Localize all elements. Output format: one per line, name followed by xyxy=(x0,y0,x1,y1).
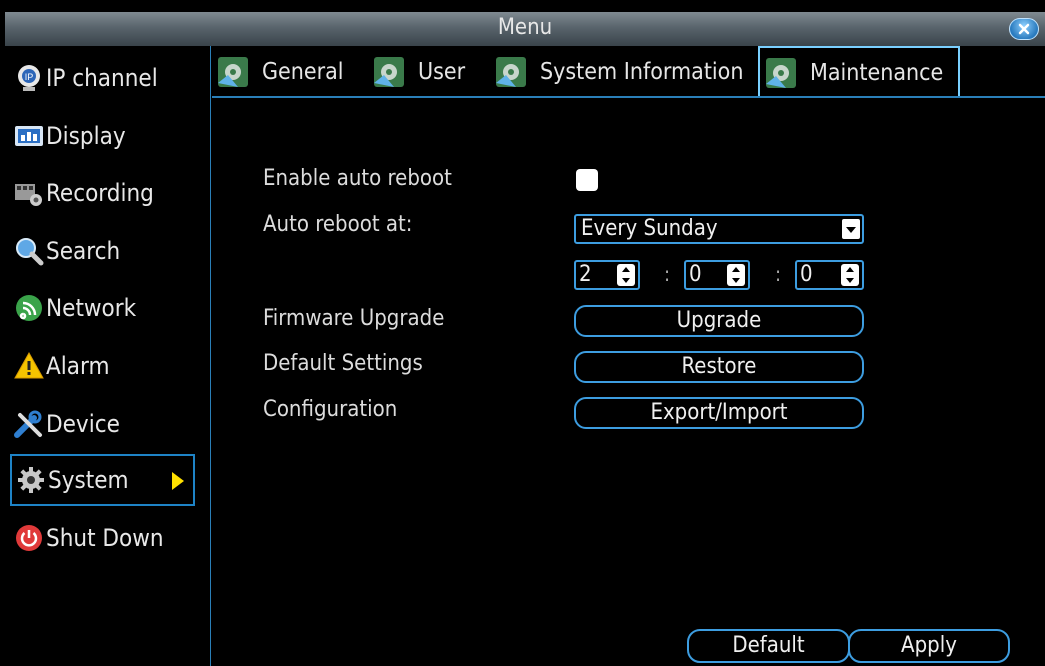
sidebar-item-label: Search xyxy=(46,237,121,265)
settings-tab-icon xyxy=(496,57,526,87)
sidebar-item-label: IP channel xyxy=(46,64,158,92)
svg-text:IP: IP xyxy=(25,72,34,82)
sidebar-item-label: Shut Down xyxy=(46,524,164,552)
chevron-down-icon xyxy=(846,227,856,233)
device-tools-icon xyxy=(14,410,42,438)
close-icon xyxy=(1018,23,1030,35)
tab-user[interactable]: User xyxy=(372,46,465,98)
default-settings-label: Default Settings xyxy=(263,351,423,376)
sidebar: IP IP channel Display Recording Search N… xyxy=(0,46,211,666)
stepper-buttons[interactable] xyxy=(617,264,635,286)
firmware-label: Firmware Upgrade xyxy=(263,306,445,331)
tab-bar: General User System Information Maintena… xyxy=(212,46,1045,98)
minute-stepper[interactable]: 0 xyxy=(684,260,750,290)
menu-title-bar: Menu xyxy=(5,12,1045,46)
sidebar-item-shut-down[interactable]: Shut Down xyxy=(10,512,195,564)
reboot-day-select[interactable]: Every Sunday xyxy=(574,214,864,244)
sidebar-item-search[interactable]: Search xyxy=(10,225,195,277)
export-import-button[interactable]: Export/Import xyxy=(574,397,864,429)
network-icon xyxy=(16,295,42,321)
sidebar-item-label: Display xyxy=(46,122,126,150)
minute-value: 0 xyxy=(689,262,702,287)
up-down-arrows-icon xyxy=(732,267,740,283)
settings-tab-icon xyxy=(218,57,248,87)
display-icon xyxy=(15,126,43,146)
reboot-day-value: Every Sunday xyxy=(581,216,718,241)
sidebar-item-network[interactable]: Network xyxy=(10,282,195,334)
hour-stepper[interactable]: 2 xyxy=(574,260,640,290)
up-down-arrows-icon xyxy=(846,267,854,283)
tab-label: User xyxy=(418,59,466,85)
restore-button[interactable]: Restore xyxy=(574,351,864,383)
reboot-at-label: Auto reboot at: xyxy=(263,212,413,237)
auto-reboot-checkbox[interactable] xyxy=(576,169,598,191)
stepper-buttons[interactable] xyxy=(841,264,859,286)
sidebar-item-system[interactable]: System xyxy=(10,454,195,506)
recording-icon xyxy=(15,184,42,206)
tab-label: System Information xyxy=(540,59,744,85)
tab-label: General xyxy=(262,59,344,85)
dropdown-button[interactable] xyxy=(842,219,860,239)
close-button[interactable] xyxy=(1009,18,1039,40)
sidebar-item-recording[interactable]: Recording xyxy=(10,167,195,219)
stepper-buttons[interactable] xyxy=(727,264,745,286)
sidebar-item-device[interactable]: Device xyxy=(10,398,195,450)
sidebar-item-label: Recording xyxy=(46,179,154,207)
sidebar-divider xyxy=(210,46,211,666)
auto-reboot-label: Enable auto reboot xyxy=(263,166,452,191)
sidebar-item-ip-channel[interactable]: IP IP channel xyxy=(10,52,195,104)
chevron-right-icon xyxy=(172,472,184,490)
sidebar-item-label: Device xyxy=(46,410,120,438)
tab-system-information[interactable]: System Information xyxy=(494,46,743,98)
second-value: 0 xyxy=(800,262,813,287)
sidebar-item-label: Alarm xyxy=(46,352,110,380)
hour-value: 2 xyxy=(579,262,592,287)
sidebar-item-label: Network xyxy=(46,294,137,322)
configuration-label: Configuration xyxy=(263,397,398,422)
upgrade-button[interactable]: Upgrade xyxy=(574,305,864,337)
ip-camera-icon: IP xyxy=(18,65,40,91)
time-separator: : xyxy=(664,262,671,286)
sidebar-item-display[interactable]: Display xyxy=(10,110,195,162)
tab-underline xyxy=(212,96,1045,98)
default-button[interactable]: Default xyxy=(687,629,850,663)
tab-label: Maintenance xyxy=(810,60,944,86)
settings-tab-icon xyxy=(766,58,796,88)
power-icon xyxy=(16,525,42,551)
up-down-arrows-icon xyxy=(622,267,630,283)
sidebar-item-alarm[interactable]: Alarm xyxy=(10,340,195,392)
window-title: Menu xyxy=(497,15,553,40)
second-stepper[interactable]: 0 xyxy=(795,260,864,290)
alarm-icon xyxy=(14,351,44,379)
sidebar-item-label: System xyxy=(48,466,129,494)
search-icon xyxy=(16,238,44,266)
tab-maintenance[interactable]: Maintenance xyxy=(758,46,960,98)
gear-icon xyxy=(18,467,44,493)
apply-button[interactable]: Apply xyxy=(848,629,1010,663)
tab-general[interactable]: General xyxy=(216,46,344,98)
time-separator: : xyxy=(775,262,782,286)
settings-tab-icon xyxy=(374,57,404,87)
